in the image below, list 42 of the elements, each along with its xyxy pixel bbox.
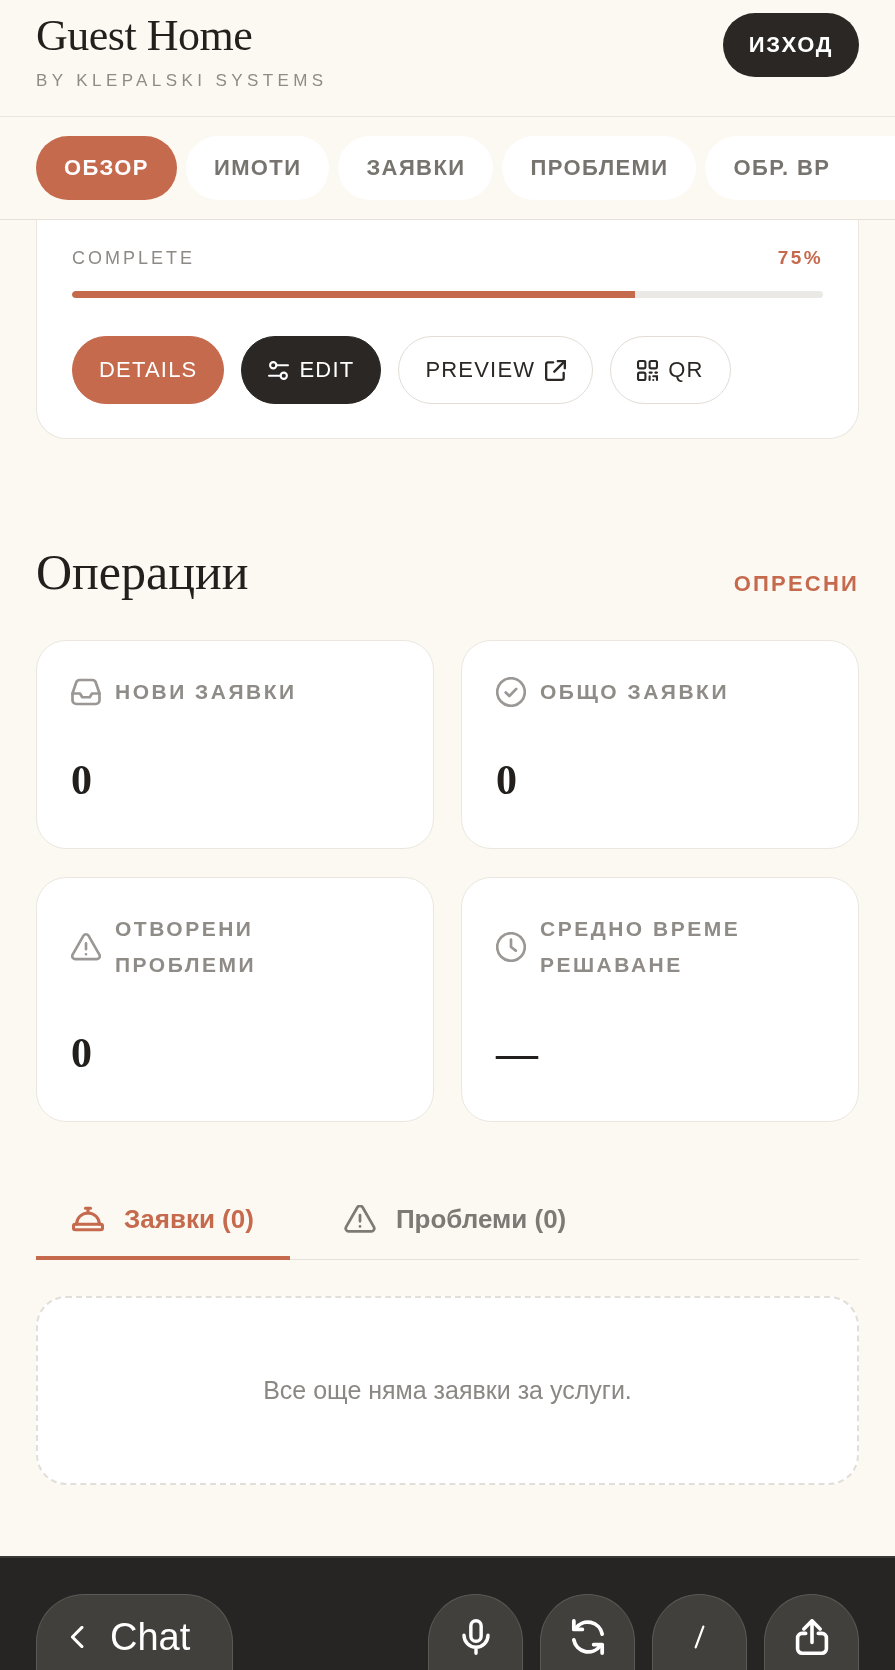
details-button[interactable]: DETAILS [72,336,225,404]
list-tab[interactable]: Проблеми (0) [307,1182,603,1260]
stat-label: НОВИ ЗАЯВКИ [115,679,297,705]
nav-tab[interactable]: ПРОБЛЕМИ [502,136,697,200]
nav-tab[interactable]: ЗАЯВКИ [338,136,494,200]
app-subtitle: BY KLEPALSKI SYSTEMS [36,70,328,92]
stat-value: — [496,1029,540,1077]
chevron-left-icon [71,1626,84,1648]
section-title: Операции [36,544,249,600]
stat-label: ОТВОРЕНИ ПРОБЛЕМИ [115,916,258,978]
share-icon [794,1619,829,1655]
nav-tab[interactable]: ИМОТИ [185,136,330,200]
clock-icon [496,932,526,962]
refresh-link[interactable]: ОПРЕСНИ [733,570,859,600]
stat-value: 0 [71,756,93,804]
inbox-icon [71,677,101,707]
sliders-icon [268,359,290,381]
warning-icon [71,932,101,962]
stat-label: СРЕДНО ВРЕМЕ РЕШАВАНЕ [540,916,742,978]
qr-button[interactable]: QR [610,336,731,404]
share-button[interactable] [764,1594,859,1670]
progress-percent: 75% [777,246,823,270]
bell-icon [72,1205,104,1233]
refresh-button[interactable] [540,1594,635,1670]
app-title: Guest Home [36,12,254,60]
warning-icon [343,1205,376,1233]
empty-state-message: Все още няма заявки за услуги. [263,1375,632,1405]
qr-code-icon [637,359,659,381]
list-tab[interactable]: Заявки (0) [36,1182,290,1260]
edit-button[interactable]: EDIT [241,336,382,404]
external-link-icon [545,359,567,381]
stat-label: ОБЩО ЗАЯВКИ [540,679,729,705]
nav-tab[interactable]: ОБР. ВР [705,136,895,200]
refresh-icon [570,1619,605,1655]
logout-button[interactable]: ИЗХОД [722,13,859,77]
preview-button[interactable]: PREVIEW [398,336,594,404]
stat-value: 0 [496,756,518,804]
microphone-button[interactable] [428,1594,523,1670]
progress-label: COMPLETE [72,247,196,270]
nav-tab[interactable]: ОБЗОР [36,136,177,200]
stat-value: 0 [71,1029,93,1077]
chat-back-button[interactable]: Chat [36,1594,233,1670]
